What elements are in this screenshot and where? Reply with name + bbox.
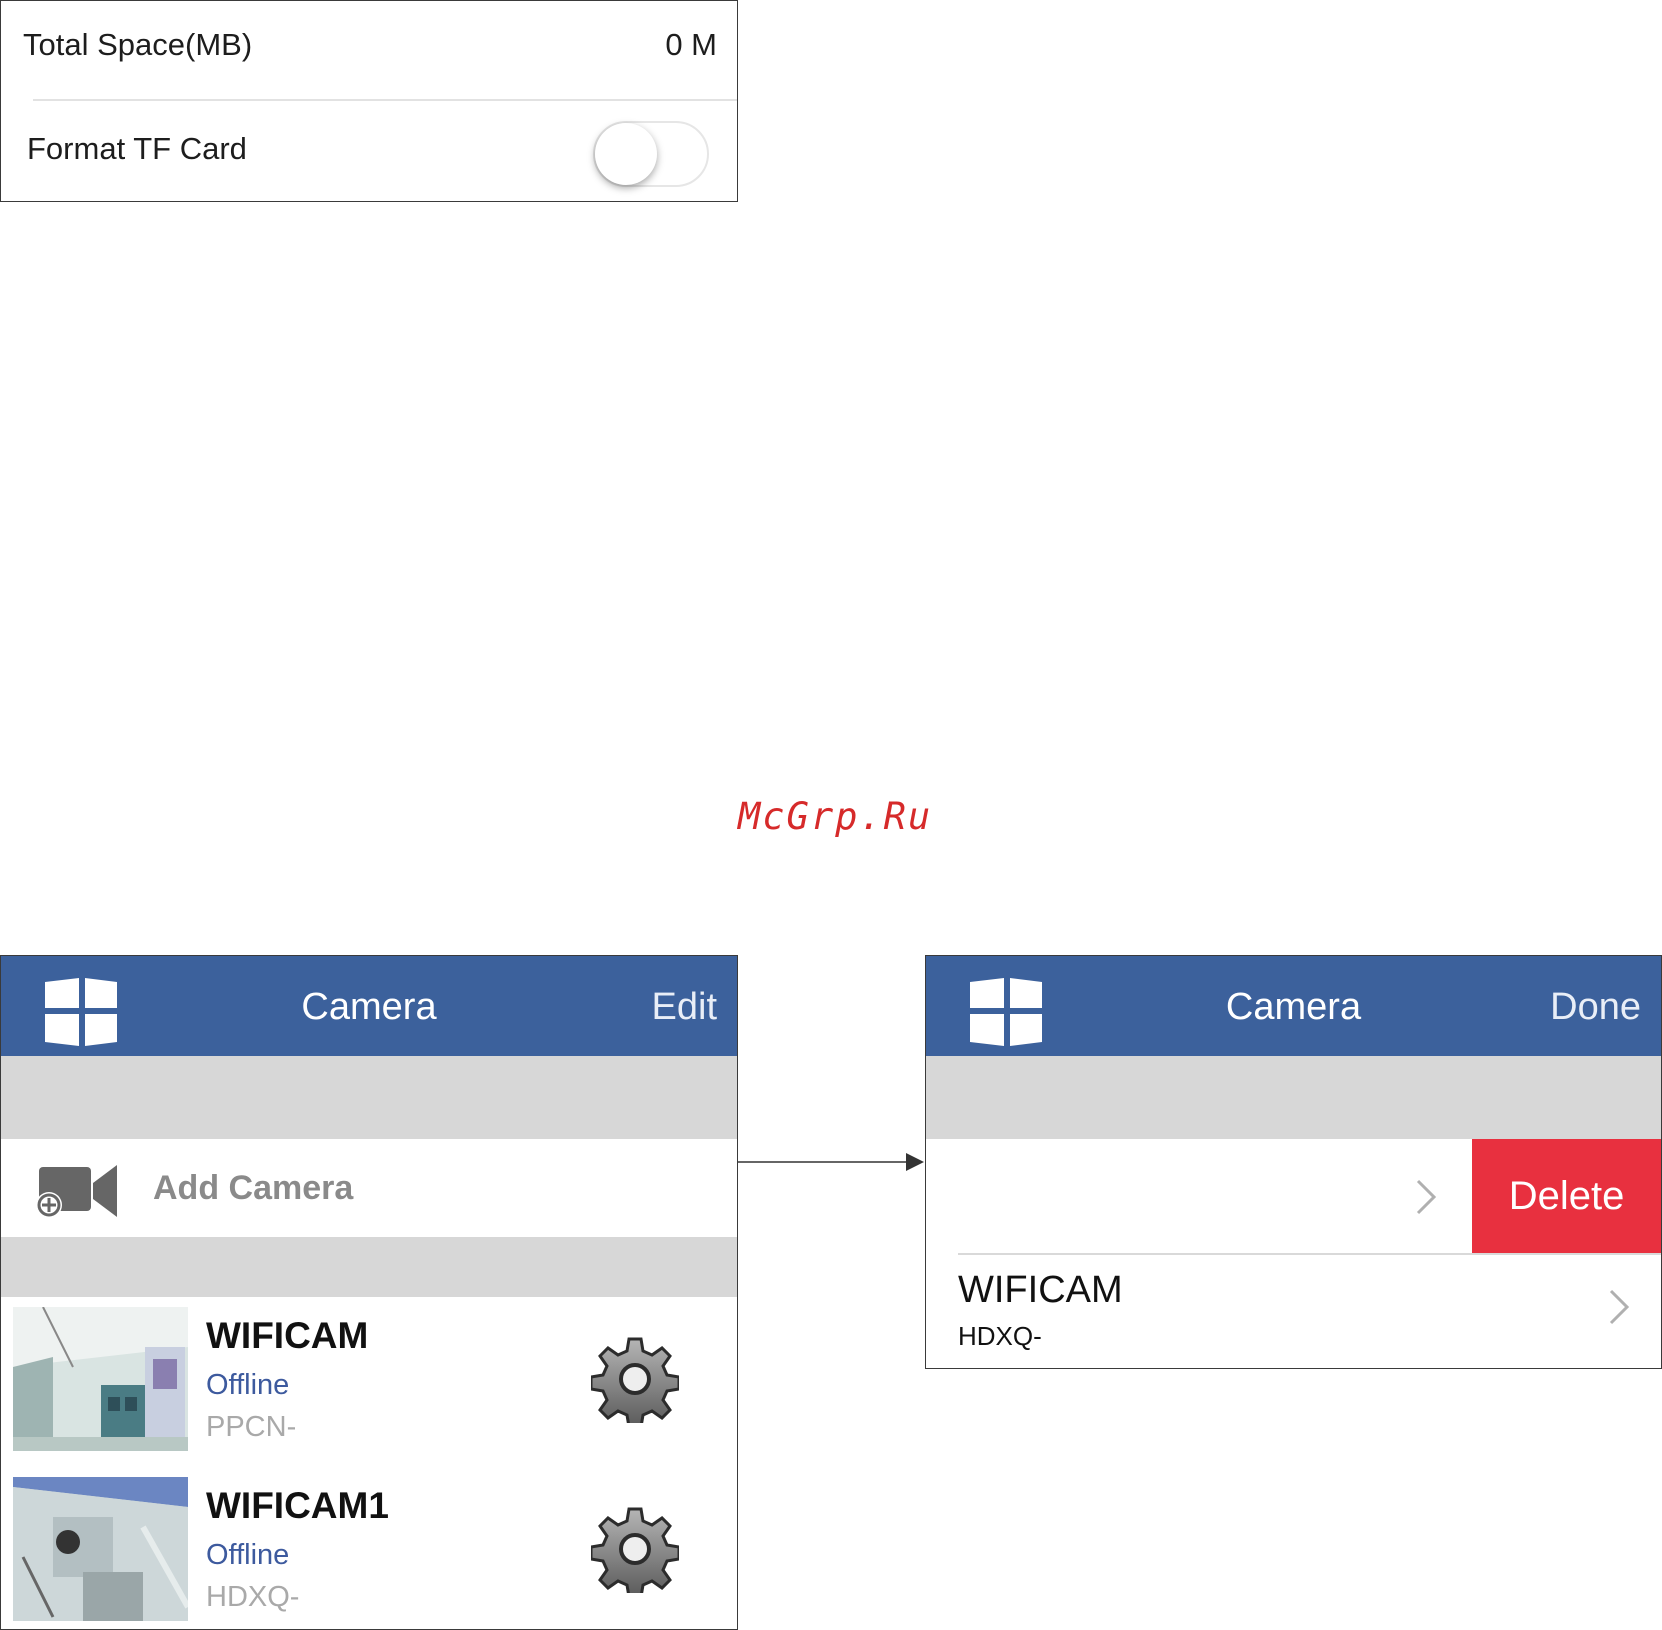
camera-edit-screen: Camera Done Delete WIFICAM HDXQ- [925,955,1662,1369]
section-spacer [1,1056,737,1139]
chevron-right-icon [1609,1289,1630,1325]
navbar-title: Camera [301,986,437,1028]
camera-uid: HDXQ- [206,1581,300,1613]
add-camera-icon [36,1165,117,1218]
camera-name: WIFICAM1 [206,1485,389,1526]
delete-button[interactable]: Delete [1472,1139,1661,1253]
section-spacer [1,1237,737,1297]
camera-row-swiped[interactable]: Delete [926,1139,1661,1253]
section-spacer [926,1056,1661,1139]
total-space-row: Total Space(MB) 0 M [1,1,737,101]
total-space-label: Total Space(MB) [23,27,253,62]
camera-list-item[interactable]: WIFICAM Offline PPCN- [1,1297,737,1465]
camera-name: WIFICAM [206,1315,369,1356]
camera-name: WIFICAM [958,1269,1123,1311]
navbar: Camera Edit [1,956,737,1056]
camera-uid: PPCN- [206,1411,297,1443]
add-camera-label: Add Camera [153,1169,354,1207]
camera-status: Offline [206,1369,290,1401]
edit-button[interactable]: Edit [652,986,717,1029]
connector-arrow [738,1153,927,1190]
navbar: Camera Done [926,956,1661,1056]
add-camera-row[interactable]: Add Camera [1,1139,737,1237]
chevron-right-icon [1416,1179,1437,1215]
done-button[interactable]: Done [1550,986,1641,1029]
gear-icon[interactable] [591,1335,679,1423]
camera-list-item[interactable]: WIFICAM1 Offline HDXQ- [1,1467,737,1629]
format-tf-card-toggle[interactable] [593,121,709,187]
watermark: McGrp.Ru [738,795,933,838]
format-tf-card-row[interactable]: Format TF Card [1,101,737,201]
camera-row[interactable]: WIFICAM HDXQ- [926,1255,1661,1368]
camera-uid: HDXQ- [958,1321,1042,1351]
camera-thumbnail [13,1307,188,1451]
format-tf-card-label: Format TF Card [27,131,247,166]
total-space-value: 0 M [665,27,717,62]
toggle-knob [595,123,657,185]
storage-settings-panel: Total Space(MB) 0 M Format TF Card [0,0,738,202]
camera-list-screen: Camera Edit Add Camera WIFICAM Offline P… [0,955,738,1630]
gear-icon[interactable] [591,1505,679,1593]
camera-status: Offline [206,1539,290,1571]
camera-thumbnail [13,1477,188,1621]
